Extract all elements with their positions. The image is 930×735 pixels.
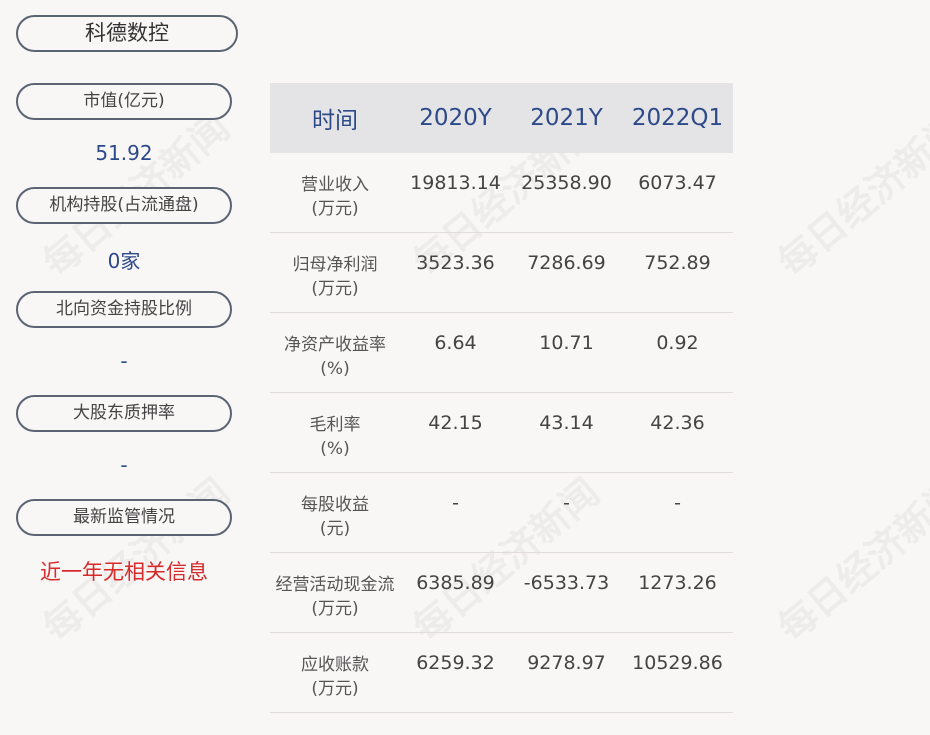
market-cap-label: 市值(亿元) [16,83,232,120]
header-2021y: 2021Y [530,105,603,131]
institution-holding-value: 0家 [107,249,141,273]
table-row: 营业收入 (万元) 19813.14 25358.90 6073.47 [270,153,733,233]
table-header: 时间 2020Y 2021Y 2022Q1 [270,83,733,153]
header-2020y: 2020Y [419,105,492,131]
table-row: 净资产收益率 (%) 6.64 10.71 0.92 [270,313,733,393]
header-2022q1: 2022Q1 [631,105,724,131]
cell: - [563,492,570,514]
financial-table: 时间 2020Y 2021Y 2022Q1 营业收入 (万元) 19813.14 … [270,83,733,713]
cell: 42.15 [428,412,483,434]
watermark: 每日经济新闻 [769,470,930,651]
table-row: 经营活动现金流 (万元) 6385.89 -6533.73 1273.26 [270,553,733,633]
cell: - [452,492,459,514]
cell: 3523.36 [416,252,495,274]
cell: 0.92 [656,332,699,354]
row-label: 经营活动现金流 (万元) [275,575,395,619]
company-name: 科德数控 [16,15,238,52]
cell: 10529.86 [632,652,723,674]
cell: 7286.69 [527,252,606,274]
cell: 25358.90 [521,172,612,194]
cell: 752.89 [644,252,711,274]
header-time: 时间 [312,108,358,134]
northbound-holding-value: - [120,349,128,373]
row-label: 营业收入 (万元) [301,175,369,219]
cell: - [674,492,681,514]
cell: 6.64 [434,332,477,354]
cell: 1273.26 [638,572,717,594]
pledge-rate-value: - [120,453,128,477]
row-label: 每股收益 (元) [301,495,369,539]
cell: 9278.97 [527,652,606,674]
table-row: 毛利率 (%) 42.15 43.14 42.36 [270,393,733,473]
row-label: 毛利率 (%) [309,415,361,459]
cell: 43.14 [539,412,594,434]
cell: 19813.14 [410,172,501,194]
row-label: 应收账款 (万元) [301,655,369,699]
cell: 6385.89 [416,572,495,594]
cell: -6533.73 [523,572,610,594]
regulation-value: 近一年无相关信息 [40,560,208,584]
table-row: 应收账款 (万元) 6259.32 9278.97 10529.86 [270,633,733,713]
cell: 10.71 [539,332,594,354]
row-label: 净资产收益率 (%) [284,335,386,379]
table-row: 归母净利润 (万元) 3523.36 7286.69 752.89 [270,233,733,313]
cell: 6073.47 [638,172,717,194]
cell: 6259.32 [416,652,495,674]
row-label: 归母净利润 (万元) [292,255,378,299]
cell: 42.36 [650,412,705,434]
watermark: 每日经济新闻 [769,105,930,286]
northbound-holding-label: 北向资金持股比例 [16,291,232,328]
table-row: 每股收益 (元) - - - [270,473,733,553]
market-cap-value: 51.92 [95,141,153,165]
regulation-label: 最新监管情况 [16,499,232,536]
pledge-rate-label: 大股东质押率 [16,395,232,432]
institution-holding-label: 机构持股(占流通盘) [16,187,232,224]
